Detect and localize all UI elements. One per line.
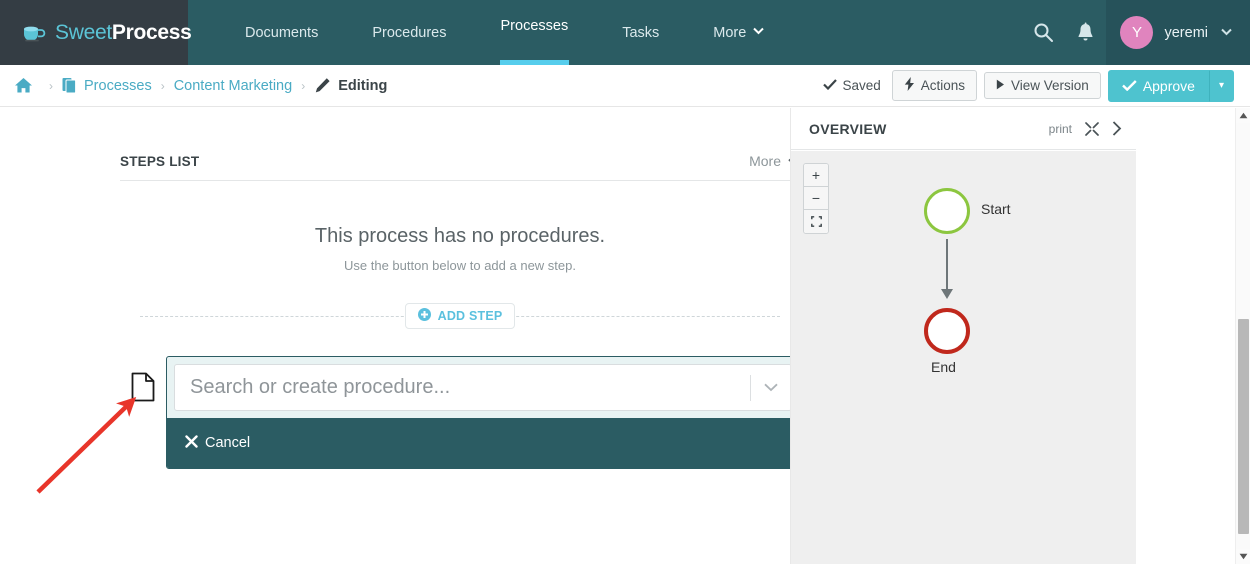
flowchart-node-start-label: Start — [981, 201, 1011, 217]
search-card-footer: Cancel — [167, 418, 799, 468]
overview-panel: OVERVIEW print + − Start End — [790, 108, 1136, 564]
nav-item-label: Documents — [245, 24, 319, 41]
add-step-button[interactable]: ADD STEP — [404, 303, 516, 329]
flowchart-arrowhead-icon — [941, 289, 953, 299]
play-icon — [996, 79, 1005, 93]
steps-list-panel: STEPS LIST More This process has no proc… — [120, 153, 800, 469]
chevron-down-icon — [1221, 27, 1232, 39]
add-step-label: ADD STEP — [437, 309, 503, 323]
vertical-scrollbar[interactable] — [1235, 108, 1250, 564]
overview-header: OVERVIEW print — [791, 108, 1136, 150]
chevron-right-icon[interactable] — [1112, 121, 1122, 136]
breadcrumb-item-content-marketing[interactable]: Content Marketing — [174, 78, 292, 94]
view-version-label: View Version — [1011, 77, 1089, 93]
search-input-shell[interactable] — [174, 364, 792, 411]
brand-logo[interactable]: SweetProcess — [0, 0, 192, 65]
chevron-down-icon — [753, 27, 765, 38]
app-window: SweetProcess Documents Procedures Proces… — [0, 0, 1250, 564]
approve-label: Approve — [1142, 77, 1195, 94]
home-icon[interactable] — [14, 77, 33, 94]
flowchart-node-start[interactable] — [924, 188, 970, 234]
breadcrumb-bar: › Processes › Content Marketing › Editin… — [0, 65, 1250, 107]
breadcrumb-separator: › — [160, 78, 165, 93]
check-icon — [1121, 78, 1137, 94]
saved-label: Saved — [842, 78, 881, 93]
nav-item-more[interactable]: More — [686, 0, 791, 65]
print-button[interactable]: print — [1049, 122, 1072, 136]
approve-button[interactable]: Approve — [1107, 69, 1209, 102]
empty-state: This process has no procedures. Use the … — [120, 181, 800, 273]
zoom-controls: + − — [803, 163, 829, 234]
actions-button[interactable]: Actions — [891, 70, 978, 101]
search-procedure-card: Cancel — [166, 356, 800, 469]
caret-down-icon: ▾ — [1218, 80, 1224, 91]
flowchart-node-end-label: End — [931, 359, 956, 375]
add-step-divider: ADD STEP — [120, 303, 800, 329]
user-name-label: yeremi — [1164, 24, 1208, 41]
search-procedure-row: Cancel — [120, 356, 800, 469]
coffee-cup-icon — [22, 23, 48, 43]
brand-name-part1: Sweet — [55, 20, 112, 44]
nav-right-group: Y yeremi — [1022, 0, 1250, 65]
check-icon — [823, 78, 838, 93]
empty-state-subtitle: Use the button below to add a new step. — [344, 258, 576, 273]
expand-arrows-icon[interactable] — [1085, 121, 1099, 136]
user-menu[interactable]: Y yeremi — [1106, 0, 1250, 65]
empty-state-title: This process has no procedures. — [314, 225, 606, 247]
page-title: STEPS LIST — [120, 154, 200, 169]
nav-item-label: Processes — [500, 18, 569, 34]
overview-tools: print — [1049, 121, 1122, 136]
zoom-in-button[interactable]: + — [804, 164, 828, 187]
nav-item-processes[interactable]: Processes — [474, 0, 596, 65]
approve-dropdown-toggle[interactable]: ▾ — [1208, 69, 1234, 102]
scroll-up-button[interactable] — [1236, 108, 1250, 123]
breadcrumb: › Processes › Content Marketing › Editin… — [0, 77, 823, 94]
nav-item-label: Procedures — [372, 24, 447, 41]
search-input[interactable] — [190, 376, 750, 399]
plus-circle-icon — [417, 308, 431, 324]
avatar: Y — [1120, 16, 1154, 49]
status-badge-saved: Saved — [823, 78, 881, 93]
steps-list-header: STEPS LIST More — [120, 153, 800, 181]
scrollbar-track[interactable] — [1236, 123, 1250, 549]
brand-name: SweetProcess — [55, 21, 192, 45]
cancel-button[interactable]: Cancel — [185, 434, 251, 452]
approve-button-group: Approve ▾ — [1107, 69, 1234, 102]
breadcrumb-separator: › — [49, 78, 53, 93]
flowchart-edge — [946, 239, 948, 293]
view-version-button[interactable]: View Version — [984, 71, 1101, 100]
cancel-label: Cancel — [205, 435, 251, 451]
nav-item-label: Tasks — [622, 24, 660, 41]
document-icon — [120, 356, 166, 402]
bell-icon[interactable] — [1064, 0, 1106, 65]
overview-flowchart-canvas[interactable]: + − Start End — [791, 151, 1136, 564]
chevron-down-icon[interactable] — [751, 383, 791, 392]
breadcrumb-item-editing: Editing — [338, 77, 388, 94]
steps-more-label: More — [749, 153, 781, 169]
top-navigation-bar: SweetProcess Documents Procedures Proces… — [0, 0, 1250, 65]
scroll-down-button[interactable] — [1236, 549, 1250, 564]
main-nav-items: Documents Procedures Processes Tasks Mor… — [188, 0, 1022, 65]
close-icon — [185, 434, 198, 452]
nav-item-label: More — [713, 24, 747, 41]
scrollbar-thumb[interactable] — [1238, 319, 1249, 534]
flowchart-node-end[interactable] — [924, 308, 970, 354]
brand-name-part2: Process — [111, 20, 192, 44]
breadcrumb-item-processes[interactable]: Processes — [84, 78, 152, 94]
zoom-fit-button[interactable] — [804, 210, 828, 233]
nav-item-tasks[interactable]: Tasks — [595, 0, 686, 65]
breadcrumb-separator: › — [301, 78, 306, 93]
overview-title: OVERVIEW — [809, 120, 887, 137]
search-icon[interactable] — [1022, 0, 1064, 65]
bolt-icon — [904, 77, 915, 94]
actions-label: Actions — [920, 77, 966, 93]
nav-item-procedures[interactable]: Procedures — [345, 0, 473, 65]
zoom-out-button[interactable]: − — [804, 187, 828, 210]
breadcrumb-actions: Saved Actions View Version Approve ▾ — [823, 69, 1250, 102]
documents-stack-icon — [62, 77, 77, 94]
pencil-icon — [314, 77, 331, 94]
nav-item-documents[interactable]: Documents — [218, 0, 345, 65]
